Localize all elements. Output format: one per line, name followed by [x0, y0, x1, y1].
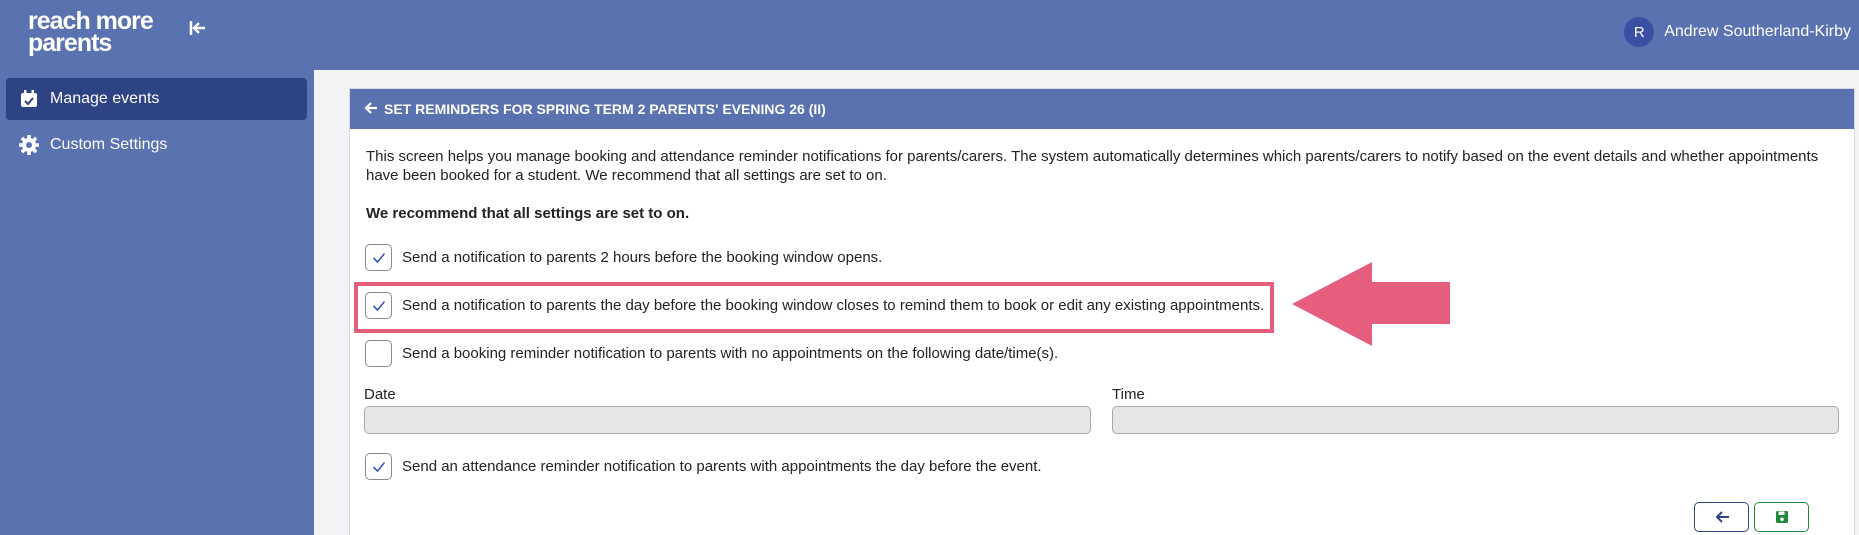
- option-label: Send a notification to parents 2 hours b…: [402, 249, 883, 266]
- logo-line-2: parents: [28, 29, 112, 57]
- sidebar-item-label: Custom Settings: [50, 136, 168, 153]
- option-label: Send a booking reminder notification to …: [402, 345, 1059, 362]
- save-icon: [1775, 511, 1788, 523]
- card-body: This screen helps you manage booking and…: [350, 129, 1854, 240]
- card-header: SET REMINDERS FOR SPRING TERM 2 PARENTS'…: [350, 89, 1854, 129]
- user-menu[interactable]: R Andrew Southerland-Kirby: [1624, 16, 1851, 48]
- time-input[interactable]: [1112, 406, 1839, 434]
- avatar: R: [1624, 17, 1655, 47]
- check-icon: [372, 300, 385, 311]
- option-label: Send an attendance reminder notification…: [402, 458, 1042, 475]
- sidebar-item-label: Manage events: [50, 90, 160, 107]
- option-label: Send a notification to parents the day b…: [402, 297, 1265, 314]
- logo[interactable]: reach more parents: [28, 9, 158, 58]
- back-button[interactable]: [1694, 502, 1749, 532]
- option-row: Send an attendance reminder notification…: [365, 453, 1042, 480]
- date-input[interactable]: [364, 406, 1091, 434]
- user-name: Andrew Southerland-Kirby: [1664, 23, 1851, 40]
- sidebar-item-custom-settings[interactable]: Custom Settings: [6, 124, 307, 166]
- top-bar: reach more parents R Andrew Southerland-…: [0, 0, 1859, 70]
- checkbox-notify-before-close[interactable]: [365, 292, 392, 319]
- check-icon: [372, 252, 385, 263]
- option-row: Send a notification to parents the day b…: [365, 292, 1264, 319]
- page-title: SET REMINDERS FOR SPRING TERM 2 PARENTS'…: [384, 101, 826, 117]
- option-row: Send a notification to parents 2 hours b…: [365, 244, 882, 271]
- save-button[interactable]: [1754, 502, 1809, 532]
- check-icon: [372, 461, 385, 472]
- annotation-arrow-icon: [1292, 262, 1450, 346]
- sidebar: Manage events Custom Settings: [0, 70, 314, 535]
- arrow-left-icon: [1715, 511, 1729, 523]
- main-content: SET REMINDERS FOR SPRING TERM 2 PARENTS'…: [314, 70, 1859, 535]
- gear-icon: [18, 134, 40, 156]
- option-row: Send a booking reminder notification to …: [365, 340, 1058, 367]
- back-arrow-icon[interactable]: [364, 101, 378, 118]
- intro-text: This screen helps you manage booking and…: [366, 148, 1819, 184]
- time-label: Time: [1112, 386, 1145, 403]
- checkbox-attendance-reminder[interactable]: [365, 453, 392, 480]
- checkbox-notify-before-open[interactable]: [365, 244, 392, 271]
- sidebar-item-manage-events[interactable]: Manage events: [6, 78, 307, 120]
- collapse-sidebar-icon[interactable]: [185, 18, 211, 44]
- recommend-text: We recommend that all settings are set t…: [366, 205, 690, 222]
- date-label: Date: [364, 386, 396, 403]
- checkbox-booking-reminder[interactable]: [365, 340, 392, 367]
- reminders-card: SET REMINDERS FOR SPRING TERM 2 PARENTS'…: [349, 88, 1855, 535]
- calendar-check-icon: [18, 88, 40, 110]
